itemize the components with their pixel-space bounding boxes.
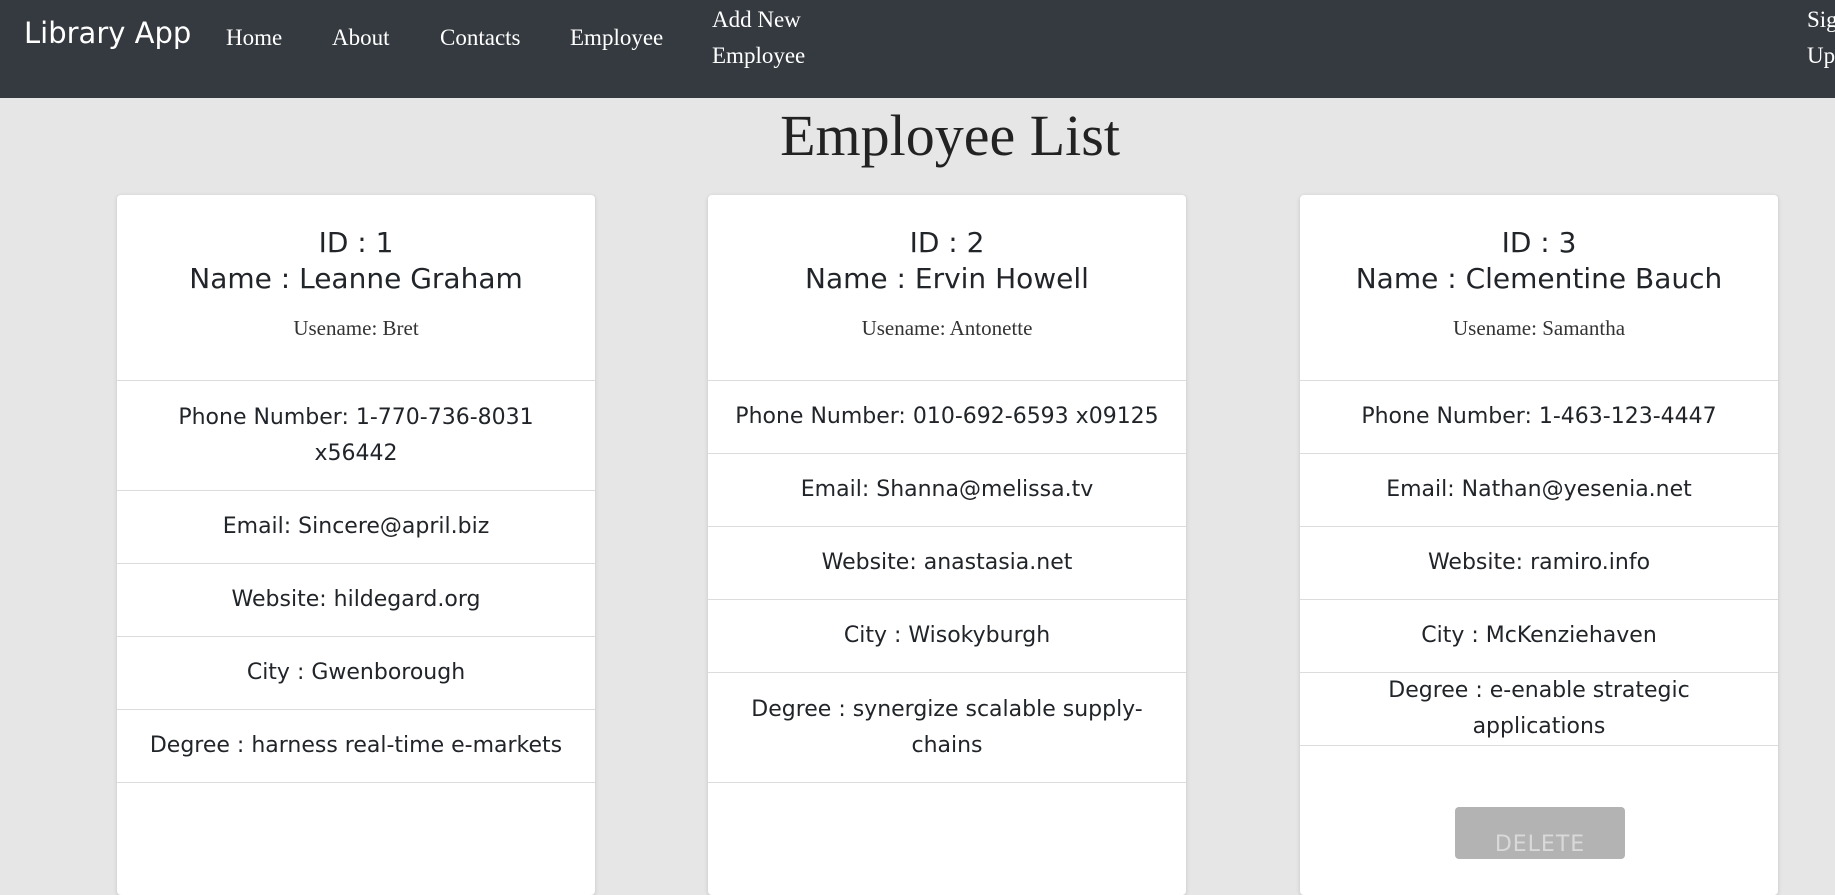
- employee-email: Email: Sincere@april.biz: [117, 491, 595, 564]
- brand-link[interactable]: Library App: [24, 14, 191, 52]
- employee-phone: Phone Number: 1-770-736-8031 x56442: [117, 381, 595, 491]
- employee-id: ID : 2: [909, 226, 985, 259]
- nav-add-new-line2: Employee: [712, 43, 806, 68]
- card-header: ID : 2 Name : Ervin Howell Usename: Anto…: [708, 195, 1186, 381]
- employee-city: City : McKenziehaven: [1300, 600, 1778, 673]
- employee-name: Name : Leanne Graham: [189, 262, 523, 295]
- employee-card: ID : 3 Name : Clementine Bauch Usename: …: [1300, 195, 1778, 895]
- nav-about[interactable]: About: [332, 20, 390, 56]
- nav-add-new-employee[interactable]: Add New Employee: [712, 2, 832, 74]
- employee-username: Usename: Samantha: [1452, 316, 1626, 340]
- top-navbar: Library App Home About Contacts Employee…: [0, 0, 1835, 98]
- employee-email: Email: Shanna@melissa.tv: [708, 454, 1186, 527]
- employee-card: ID : 1 Name : Leanne Graham Usename: Bre…: [117, 195, 595, 895]
- employee-phone: Phone Number: 1-463-123-4447: [1300, 381, 1778, 454]
- employee-phone-line1: Phone Number: 1-770-736-8031: [178, 404, 534, 430]
- nav-sign-up[interactable]: Sig Up: [1807, 2, 1835, 74]
- nav-employee[interactable]: Employee: [570, 20, 663, 56]
- employee-id: ID : 1: [318, 226, 394, 259]
- employee-degree-line1: Degree : synergize scalable supply-: [751, 696, 1143, 722]
- employee-degree-line2: chains: [911, 732, 983, 758]
- employee-phone-line2: x56442: [314, 440, 398, 466]
- card-header: ID : 3 Name : Clementine Bauch Usename: …: [1300, 195, 1778, 381]
- employee-degree: Degree : e-enable strategic applications: [1300, 673, 1778, 746]
- employee-name: Name : Clementine Bauch: [1355, 262, 1723, 295]
- employee-email: Email: Nathan@yesenia.net: [1300, 454, 1778, 527]
- delete-button[interactable]: DELETE: [1455, 807, 1625, 859]
- employee-card: ID : 2 Name : Ervin Howell Usename: Anto…: [708, 195, 1186, 895]
- employee-degree: Degree : harness real-time e-markets: [117, 710, 595, 783]
- employee-city: City : Gwenborough: [117, 637, 595, 710]
- nav-home[interactable]: Home: [226, 20, 282, 56]
- employee-city: City : Wisokyburgh: [708, 600, 1186, 673]
- employee-website: Website: ramiro.info: [1300, 527, 1778, 600]
- card-header: ID : 1 Name : Leanne Graham Usename: Bre…: [117, 195, 595, 381]
- page-title: Employee List: [780, 103, 1120, 168]
- employee-id: ID : 3: [1501, 226, 1577, 259]
- employee-website: Website: hildegard.org: [117, 564, 595, 637]
- nav-add-new-line1: Add New: [712, 7, 801, 32]
- employee-degree: Degree : synergize scalable supply- chai…: [708, 673, 1186, 783]
- employee-name: Name : Ervin Howell: [805, 262, 1089, 295]
- nav-sign-up-line2: Up: [1807, 43, 1835, 68]
- employee-username: Usename: Antonette: [861, 316, 1033, 340]
- employee-phone: Phone Number: 010-692-6593 x09125: [708, 381, 1186, 454]
- nav-contacts[interactable]: Contacts: [440, 20, 521, 56]
- employee-website: Website: anastasia.net: [708, 527, 1186, 600]
- employee-username: Usename: Bret: [293, 316, 419, 340]
- nav-sign-up-line1: Sig: [1807, 7, 1835, 32]
